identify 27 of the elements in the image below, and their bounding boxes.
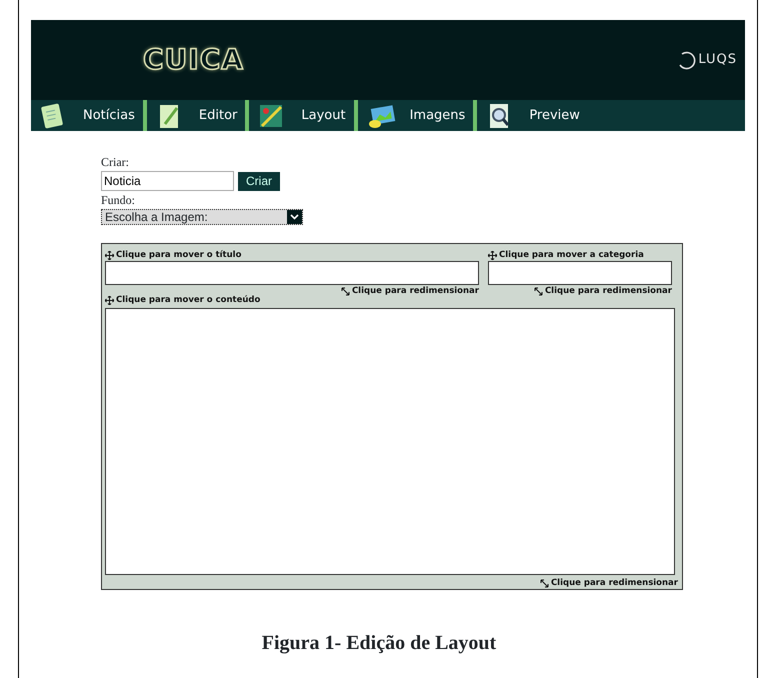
field-label: Fundo: (101, 192, 136, 209)
brand-logo: LUQS (698, 51, 737, 70)
nav-tab[interactable]: Preview (477, 100, 600, 131)
move-handle[interactable]: Clique para mover a categoria (499, 248, 644, 262)
field-label: Criar: (101, 154, 130, 171)
move-icon (105, 296, 114, 304)
figure-caption: Figura 1- Edição de Layout (260, 631, 498, 656)
image-dropdown[interactable]: Escolha a Imagem: (101, 209, 303, 225)
move-icon (488, 250, 497, 260)
create-button[interactable]: Criar (238, 172, 280, 190)
resize-handle[interactable]: Clique para redimensionar (550, 576, 678, 590)
app-logo: CUICA (143, 42, 244, 78)
title-area[interactable] (105, 261, 479, 285)
move-handle[interactable]: Clique para mover o título (116, 248, 242, 262)
move-handle[interactable]: Clique para mover o conteúdo (116, 294, 260, 306)
resize-icon (540, 578, 549, 588)
nav-tab[interactable]: Editor (146, 100, 250, 131)
resize-handle[interactable]: Clique para redimensionar (352, 284, 479, 298)
resize-handle[interactable]: Clique para redimensionar (544, 284, 672, 298)
nav-tab[interactable]: Layout (249, 100, 358, 131)
input-field[interactable]: Noticia (101, 171, 234, 191)
move-icon (105, 250, 114, 260)
nav-tab[interactable]: Notícias (31, 100, 147, 131)
nav-tab[interactable]: Imagens (358, 100, 478, 131)
category-area[interactable] (488, 261, 672, 285)
resize-icon (534, 286, 543, 296)
resize-icon (340, 286, 350, 296)
